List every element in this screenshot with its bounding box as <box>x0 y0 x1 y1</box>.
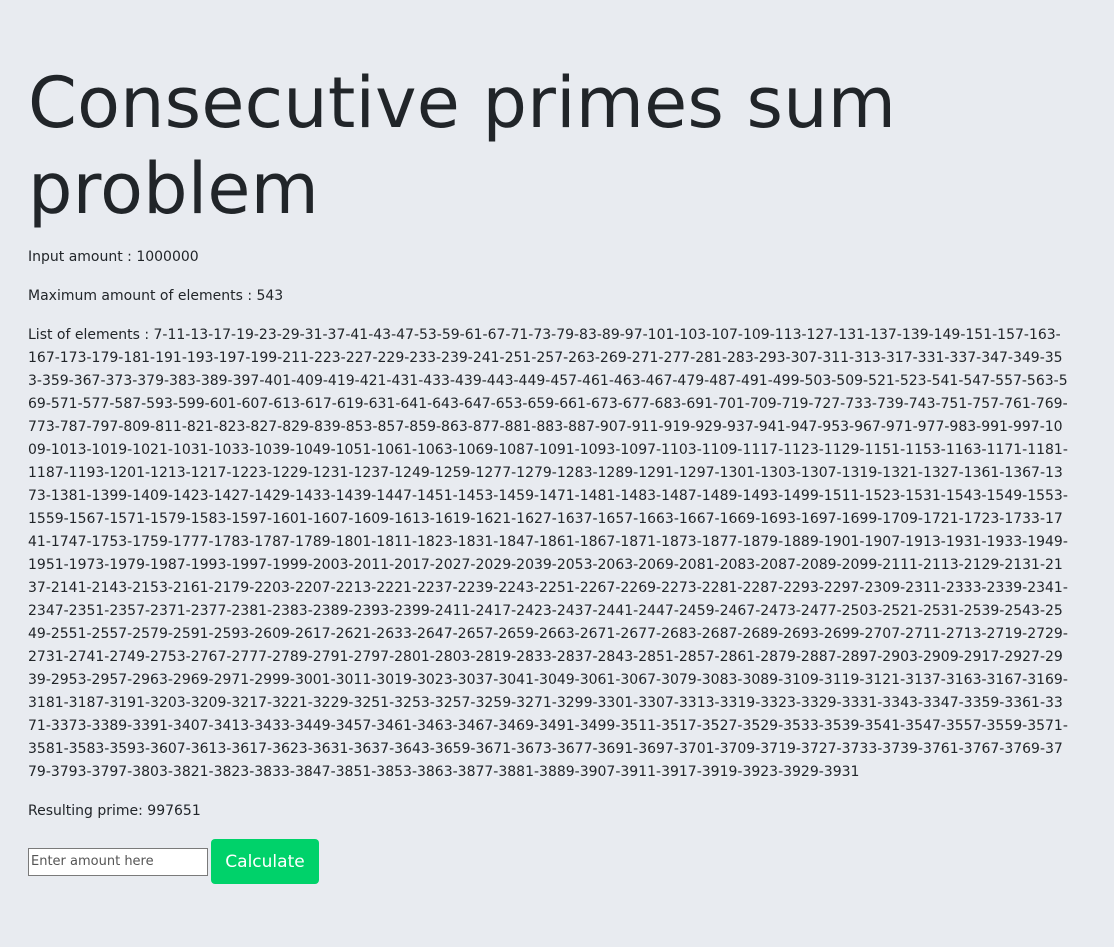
calculate-form: Calculate <box>28 839 1088 884</box>
resulting-prime-text: Resulting prime: 997651 <box>28 803 201 819</box>
calculate-button[interactable]: Calculate <box>211 839 319 884</box>
amount-input[interactable] <box>28 847 208 876</box>
page-title: Consecutive primes sum problem <box>28 62 897 230</box>
elements-list-text: List of elements : 7-11-13-17-19-23-29-3… <box>28 327 1068 780</box>
main-content: Consecutive primes sum problem Input amo… <box>28 60 1088 884</box>
input-amount-text: Input amount : 1000000 <box>28 249 199 265</box>
max-elements-text: Maximum amount of elements : 543 <box>28 288 284 304</box>
